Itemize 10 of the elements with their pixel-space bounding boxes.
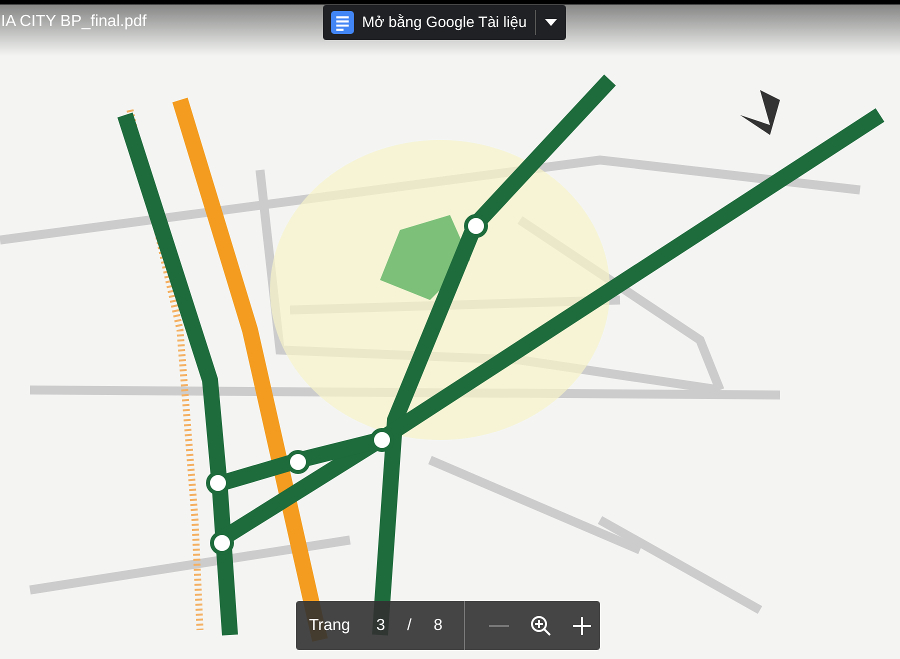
document-icon xyxy=(330,10,355,35)
caret-icon xyxy=(544,19,557,26)
minus-icon xyxy=(489,624,510,628)
page-separator: / xyxy=(407,616,412,634)
current-page[interactable]: 3 xyxy=(376,616,386,634)
file-name: IA CITY BP_final.pdf xyxy=(1,13,148,31)
zoom-in-icon xyxy=(528,614,553,638)
total-pages: 8 xyxy=(434,616,442,634)
page-label: Trang xyxy=(309,616,350,634)
plus-icon xyxy=(572,616,592,636)
